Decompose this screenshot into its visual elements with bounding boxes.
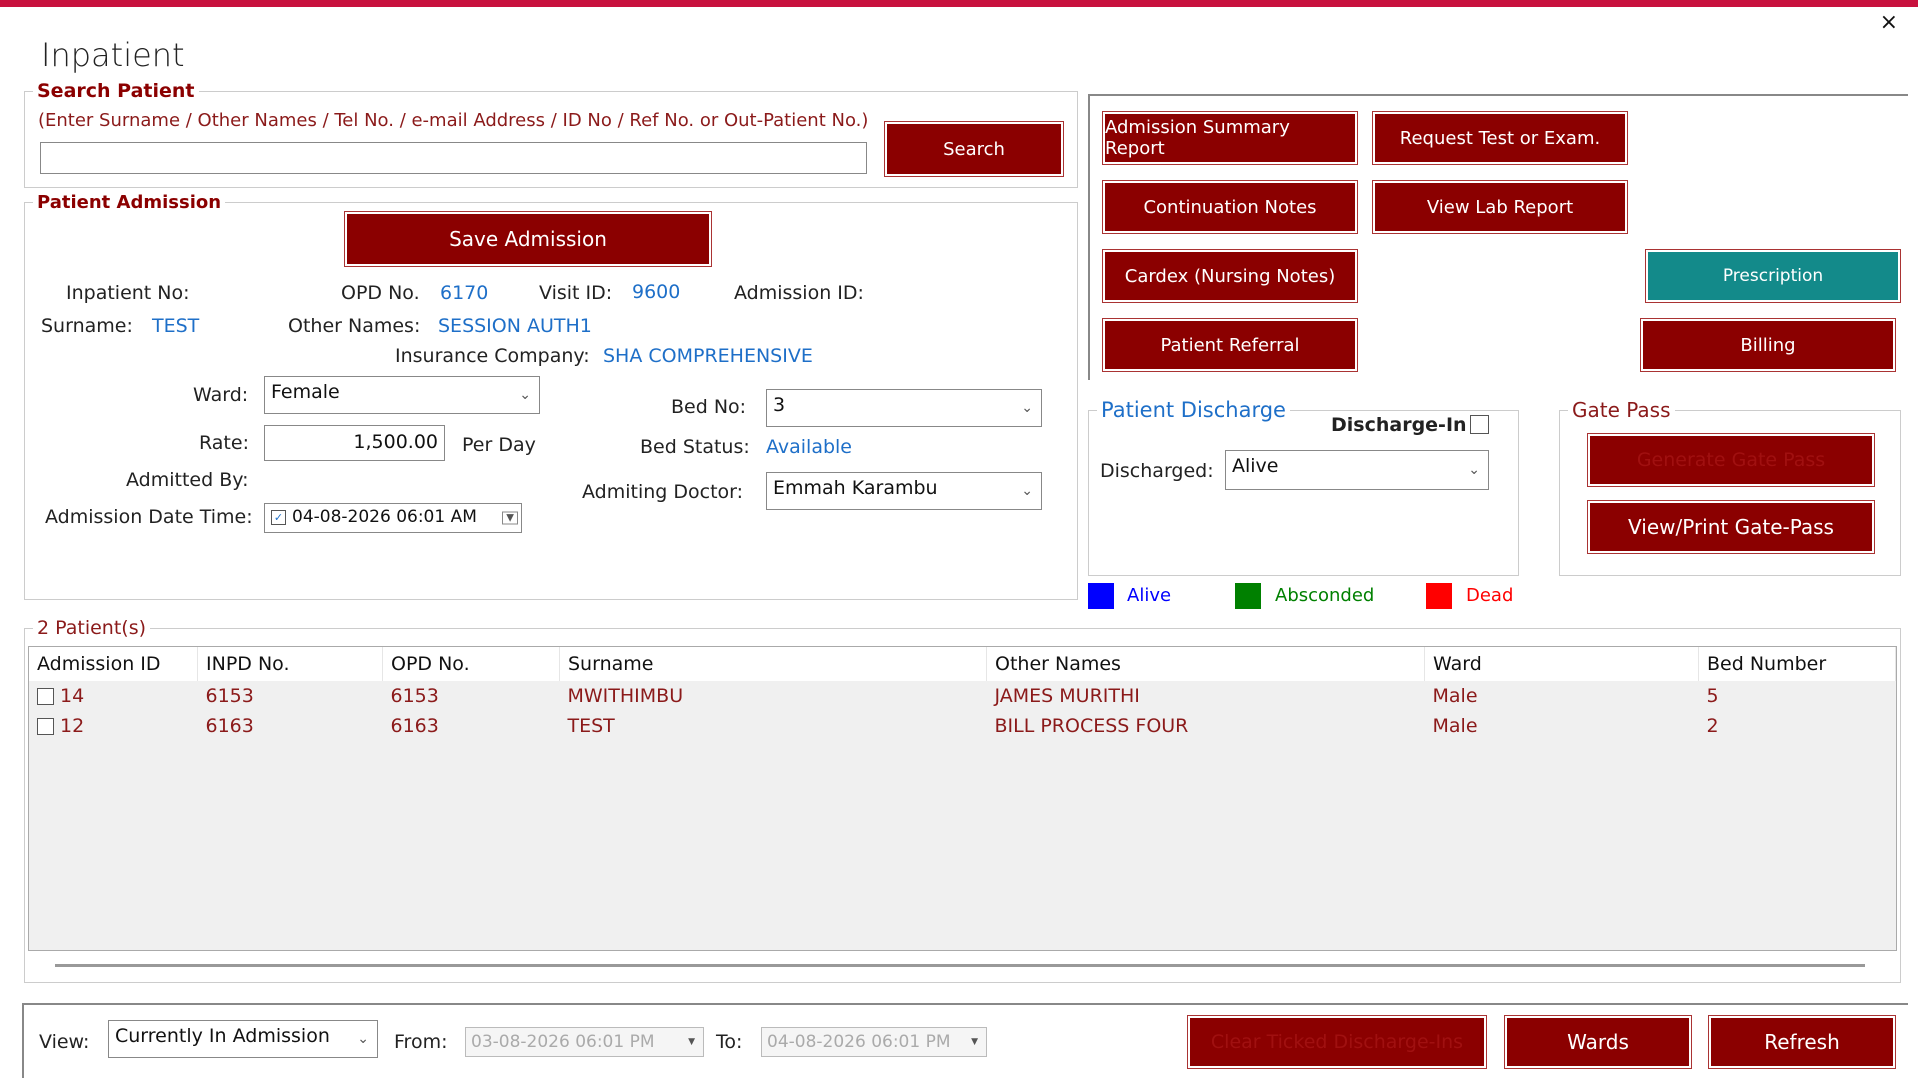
wards-button[interactable]: Wards xyxy=(1504,1015,1692,1069)
admitting-doctor-label: Admiting Doctor: xyxy=(582,481,744,503)
opd-no-value: 6170 xyxy=(440,282,489,304)
dead-swatch xyxy=(1426,583,1452,609)
view-print-gate-pass-button[interactable]: View/Print Gate-Pass xyxy=(1587,500,1875,554)
patients-count-legend: 2 Patient(s) xyxy=(37,617,147,639)
horizontal-scrollbar[interactable] xyxy=(55,964,1865,967)
column-ward[interactable]: Ward xyxy=(1424,647,1699,681)
gate-pass-legend: Gate Pass xyxy=(1572,398,1671,422)
calendar-dropdown-icon[interactable]: ▼ xyxy=(502,511,518,525)
view-lab-report-button[interactable]: View Lab Report xyxy=(1372,180,1628,234)
patient-admission-legend: Patient Admission xyxy=(37,192,222,213)
prescription-button[interactable]: Prescription xyxy=(1645,249,1901,303)
search-patient-legend: Search Patient xyxy=(37,80,195,102)
row-checkbox[interactable] xyxy=(37,688,54,705)
insurance-company-label: Insurance Company: xyxy=(395,345,590,367)
clear-ticked-discharge-ins-button[interactable]: Clear Ticked Discharge-Ins xyxy=(1187,1015,1487,1069)
datetime-enabled-checkbox[interactable]: ✓ xyxy=(271,509,286,525)
discharged-label: Discharged: xyxy=(1100,460,1214,482)
admission-summary-report-button[interactable]: Admission Summary Report xyxy=(1102,111,1358,165)
surname-value: TEST xyxy=(152,315,200,337)
patient-discharge-legend: Patient Discharge xyxy=(1101,398,1286,422)
opd-no-label: OPD No. xyxy=(341,282,420,304)
chevron-down-icon: ⌄ xyxy=(1021,483,1033,499)
ward-label: Ward: xyxy=(193,384,249,406)
column-bed-number[interactable]: Bed Number xyxy=(1698,647,1896,681)
window-top-accent xyxy=(0,0,1918,7)
ward-select[interactable]: Female ⌄ xyxy=(264,376,540,414)
from-label: From: xyxy=(394,1031,448,1053)
chevron-down-icon: ⌄ xyxy=(357,1031,369,1047)
discharge-in-label: Discharge-In xyxy=(1331,414,1467,436)
per-day-label: Per Day xyxy=(462,434,536,456)
dead-legend-label: Dead xyxy=(1466,585,1514,606)
column-inpd-no[interactable]: INPD No. xyxy=(197,647,383,681)
admitted-by-label: Admitted By: xyxy=(126,469,249,491)
patients-grid: Admission ID INPD No. OPD No. Surname Ot… xyxy=(28,646,1897,951)
bed-status-value: Available xyxy=(766,436,853,458)
calendar-dropdown-icon: ▼ xyxy=(971,1037,978,1047)
admitting-doctor-select[interactable]: Emmah Karambu ⌄ xyxy=(766,472,1042,510)
column-other-names[interactable]: Other Names xyxy=(986,647,1425,681)
absconded-legend-label: Absconded xyxy=(1275,585,1375,606)
search-input[interactable] xyxy=(40,142,867,174)
patients-table: Admission ID INPD No. OPD No. Surname Ot… xyxy=(29,647,1896,741)
table-header-row: Admission ID INPD No. OPD No. Surname Ot… xyxy=(29,647,1896,681)
row-checkbox[interactable] xyxy=(37,718,54,735)
billing-button[interactable]: Billing xyxy=(1640,318,1896,372)
insurance-company-value: SHA COMPREHENSIVE xyxy=(603,345,813,367)
chevron-down-icon: ⌄ xyxy=(519,387,531,403)
other-names-value: SESSION AUTH1 xyxy=(438,315,592,337)
inpatient-no-label: Inpatient No: xyxy=(66,282,190,304)
table-row[interactable]: 14 6153 6153 MWITHIMBU JAMES MURITHI Mal… xyxy=(29,681,1896,711)
bed-status-label: Bed Status: xyxy=(640,436,750,458)
surname-label: Surname: xyxy=(41,315,133,337)
to-label: To: xyxy=(716,1031,743,1053)
discharge-in-checkbox[interactable] xyxy=(1470,415,1489,434)
cardex-button[interactable]: Cardex (Nursing Notes) xyxy=(1102,249,1358,303)
from-date-picker[interactable]: 03-08-2026 06:01 PM ▼ xyxy=(465,1027,704,1057)
search-hint: (Enter Surname / Other Names / Tel No. /… xyxy=(38,110,869,131)
continuation-notes-button[interactable]: Continuation Notes xyxy=(1102,180,1358,234)
visit-id-label: Visit ID: xyxy=(539,282,613,304)
view-label: View: xyxy=(39,1031,90,1053)
bed-no-select[interactable]: 3 ⌄ xyxy=(766,389,1042,427)
alive-legend-label: Alive xyxy=(1127,585,1172,606)
refresh-button[interactable]: Refresh xyxy=(1708,1015,1896,1069)
chevron-down-icon: ⌄ xyxy=(1468,462,1480,478)
page-title: Inpatient xyxy=(41,36,185,74)
view-select[interactable]: Currently In Admission ⌄ xyxy=(108,1020,378,1058)
close-icon[interactable]: × xyxy=(1880,10,1898,35)
save-admission-button[interactable]: Save Admission xyxy=(344,211,712,267)
visit-id-value: 9600 xyxy=(632,281,681,303)
column-admission-id[interactable]: Admission ID xyxy=(29,647,198,681)
discharged-select[interactable]: Alive ⌄ xyxy=(1225,450,1489,490)
other-names-label: Other Names: xyxy=(288,315,421,337)
request-test-button[interactable]: Request Test or Exam. xyxy=(1372,111,1628,165)
column-opd-no[interactable]: OPD No. xyxy=(382,647,560,681)
table-row[interactable]: 12 6163 6163 TEST BILL PROCESS FOUR Male… xyxy=(29,711,1896,741)
rate-label: Rate: xyxy=(199,432,249,454)
column-surname[interactable]: Surname xyxy=(559,647,987,681)
absconded-swatch xyxy=(1235,583,1261,609)
admission-id-label: Admission ID: xyxy=(734,282,864,304)
search-button[interactable]: Search xyxy=(884,121,1064,177)
admission-datetime-label: Admission Date Time: xyxy=(45,506,253,528)
patient-referral-button[interactable]: Patient Referral xyxy=(1102,318,1358,372)
to-date-picker[interactable]: 04-08-2026 06:01 PM ▼ xyxy=(761,1027,987,1057)
calendar-dropdown-icon: ▼ xyxy=(688,1037,695,1047)
admission-datetime-picker[interactable]: ✓ 04-08-2026 06:01 AM ▼ xyxy=(264,503,522,533)
generate-gate-pass-button[interactable]: Generate Gate Pass xyxy=(1587,433,1875,487)
chevron-down-icon: ⌄ xyxy=(1021,400,1033,416)
rate-input[interactable]: 1,500.00 xyxy=(264,425,445,461)
alive-swatch xyxy=(1088,583,1114,609)
bed-no-label: Bed No: xyxy=(671,396,747,418)
